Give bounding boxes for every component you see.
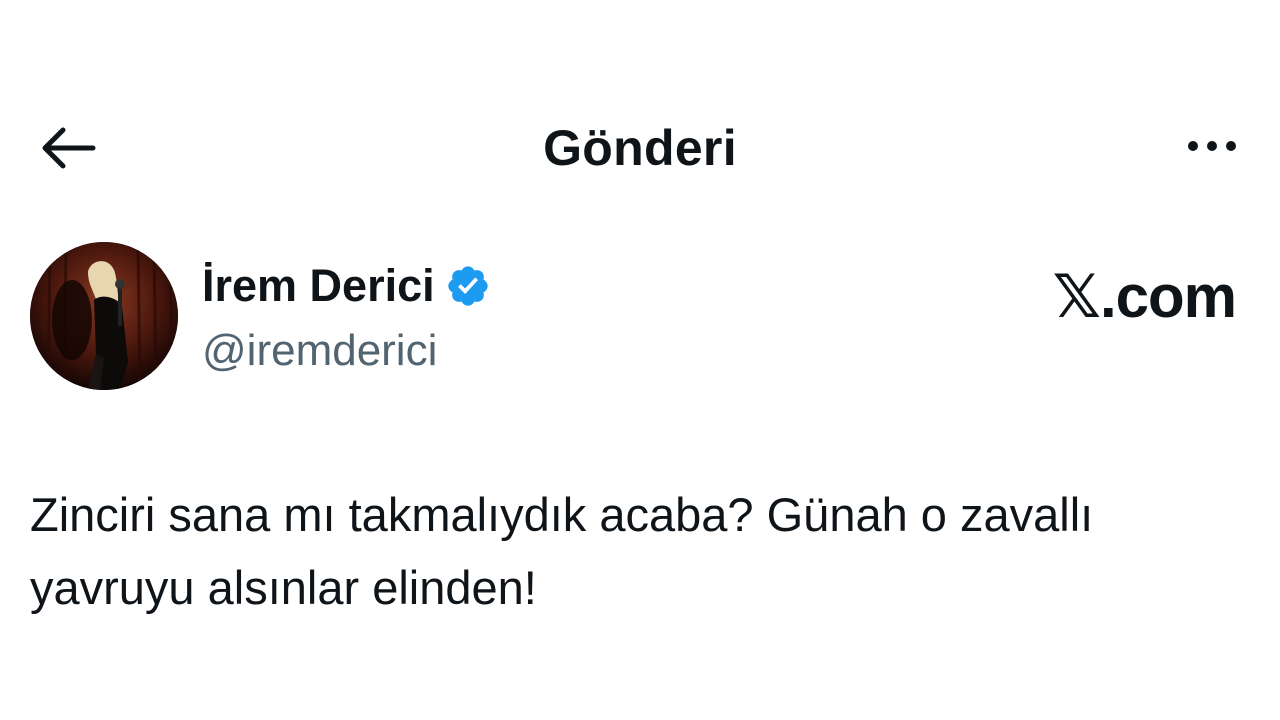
more-dot [1226,141,1236,151]
more-horizontal-icon [1188,141,1198,151]
more-dot [1207,141,1217,151]
verified-badge-icon [445,263,491,309]
page-title: Gönderi [543,120,737,176]
author-row: İrem Derici @iremderici 𝕏.com [30,242,1250,392]
tweet-text: Zinciri sana mı takmalıydık acaba? Günah… [30,488,1094,614]
avatar-image [30,242,178,390]
x-com-logo: 𝕏.com [1052,263,1237,330]
avatar[interactable] [30,242,178,390]
post-detail-page: Gönderi İrem Derici @iremderici 𝕏.com Zi… [0,0,1280,720]
author-handle[interactable]: @iremderici [202,326,437,376]
author-name-row: İrem Derici [202,260,491,312]
more-options-button[interactable] [1180,124,1244,168]
author-name[interactable]: İrem Derici [202,260,435,312]
top-bar: Gönderi [0,112,1280,184]
